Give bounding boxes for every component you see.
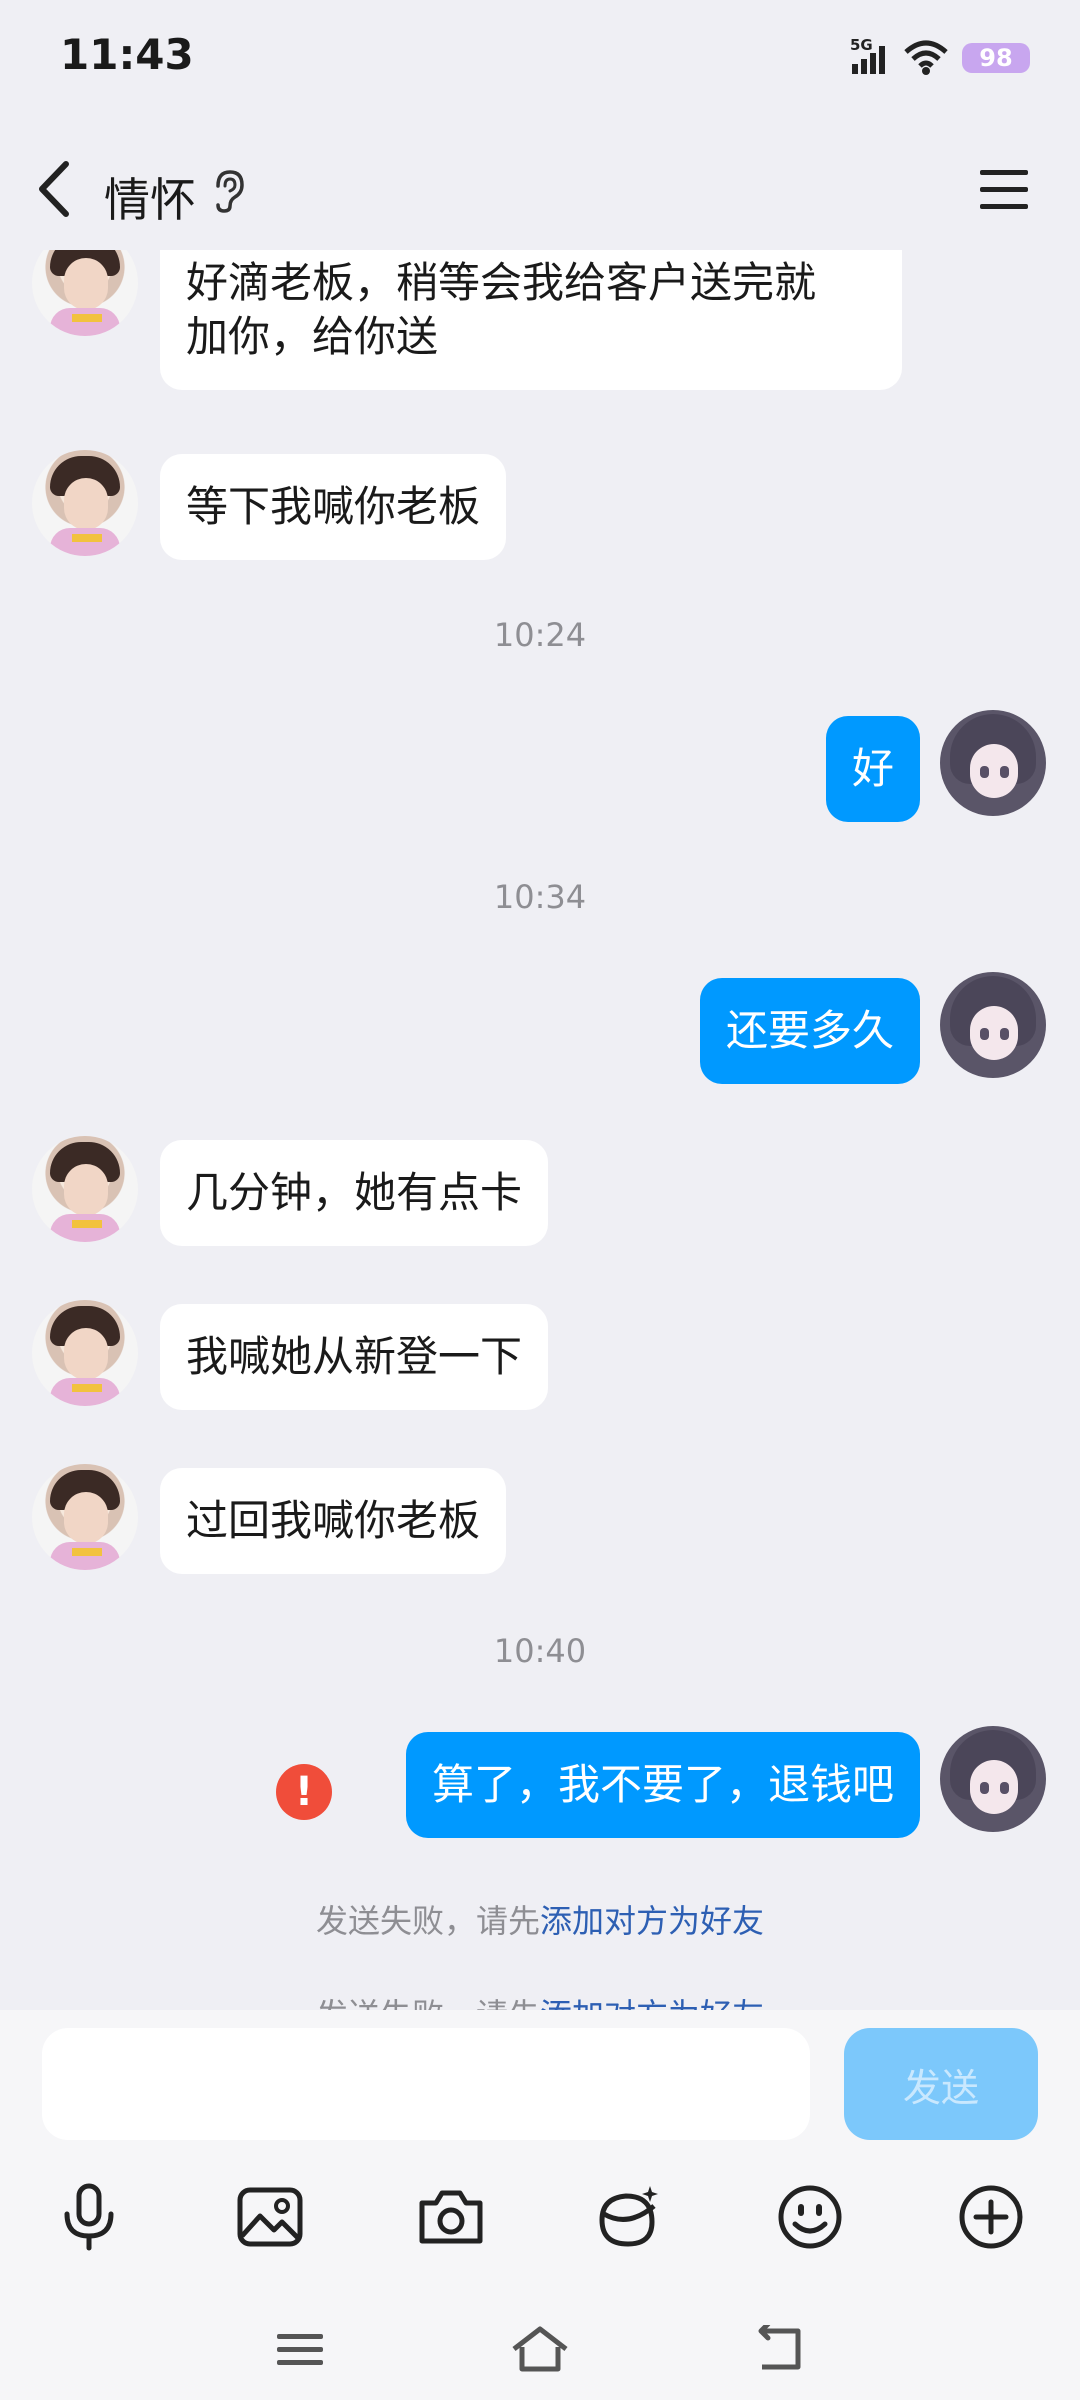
- user-avatar[interactable]: [940, 1726, 1046, 1832]
- user-avatar[interactable]: [940, 710, 1046, 816]
- send-failed-notice: 发送失败，请先添加对方为好友: [0, 1896, 1080, 1942]
- chat-header: 情怀: [0, 140, 1080, 240]
- message-list[interactable]: 好滴老板，稍等会我给客户送完就 加你，给你送 等下我喊你老板 10:24 好 1…: [0, 250, 1080, 2010]
- message-input[interactable]: [42, 2028, 810, 2140]
- message-timestamp: 10:24: [493, 616, 587, 654]
- back-icon[interactable]: [735, 2315, 825, 2385]
- message-bubble-incoming[interactable]: 过回我喊你老板: [160, 1468, 507, 1574]
- emoji-icon[interactable]: [765, 2172, 855, 2262]
- message-bubble-outgoing[interactable]: 还要多久: [699, 978, 920, 1084]
- image-icon[interactable]: [225, 2172, 315, 2262]
- camera-icon[interactable]: [406, 2172, 496, 2262]
- status-icons: 5G 98: [850, 36, 1030, 80]
- red-packet-icon[interactable]: [584, 2172, 674, 2262]
- input-toolbar: [0, 2172, 1080, 2262]
- notice-text: 发送失败，请先: [315, 1902, 540, 1940]
- send-failed-notice: 发送失败，请先添加对方为好友: [0, 1990, 1080, 2010]
- contact-avatar[interactable]: [32, 250, 138, 336]
- message-text: 好滴老板，稍等会我给客户送完就: [186, 258, 817, 307]
- message-bubble-incoming[interactable]: 我喊她从新登一下: [160, 1304, 549, 1410]
- plus-icon[interactable]: [946, 2172, 1036, 2262]
- home-icon[interactable]: [495, 2315, 585, 2385]
- send-failed-icon[interactable]: !: [276, 1764, 332, 1820]
- input-panel: 发送: [0, 2010, 1080, 2400]
- notice-text: 发送失败，请先: [316, 1996, 540, 2010]
- message-timestamp: 10:40: [493, 1632, 587, 1670]
- menu-icon[interactable]: [255, 2315, 345, 2385]
- battery-indicator: 98: [962, 43, 1030, 73]
- contact-avatar[interactable]: [32, 450, 138, 556]
- contact-avatar[interactable]: [32, 1136, 138, 1242]
- add-friend-link[interactable]: 添加对方为好友: [540, 1996, 764, 2010]
- message-bubble-incoming[interactable]: 好滴老板，稍等会我给客户送完就 加你，给你送: [160, 250, 902, 390]
- system-nav-bar: [0, 2305, 1080, 2400]
- chevron-left-icon: [39, 161, 69, 217]
- message-bubble-incoming[interactable]: 等下我喊你老板: [160, 454, 507, 560]
- ear-icon[interactable]: [208, 168, 248, 214]
- message-timestamp: 10:34: [493, 878, 587, 916]
- message-text: 加你，给你送: [186, 312, 439, 361]
- hamburger-icon: [980, 170, 1028, 209]
- contact-avatar[interactable]: [32, 1464, 138, 1570]
- message-bubble-incoming[interactable]: 几分钟，她有点卡: [160, 1140, 549, 1246]
- user-avatar[interactable]: [940, 972, 1046, 1078]
- status-bar: 11:43 5G 98: [0, 0, 1080, 115]
- add-friend-link[interactable]: 添加对方为好友: [540, 1902, 764, 1940]
- chat-title[interactable]: 情怀: [104, 164, 196, 230]
- wifi-icon: [904, 40, 948, 75]
- contact-avatar[interactable]: [32, 1300, 138, 1406]
- cellular-signal-icon: 5G: [850, 36, 890, 76]
- status-time: 11:43: [60, 30, 194, 79]
- message-bubble-outgoing[interactable]: 好: [825, 716, 920, 822]
- menu-button[interactable]: [976, 162, 1032, 218]
- send-button[interactable]: 发送: [844, 2028, 1038, 2140]
- microphone-icon[interactable]: [44, 2172, 134, 2262]
- back-button[interactable]: [28, 156, 88, 222]
- message-bubble-outgoing[interactable]: 算了，我不要了，退钱吧: [405, 1732, 920, 1838]
